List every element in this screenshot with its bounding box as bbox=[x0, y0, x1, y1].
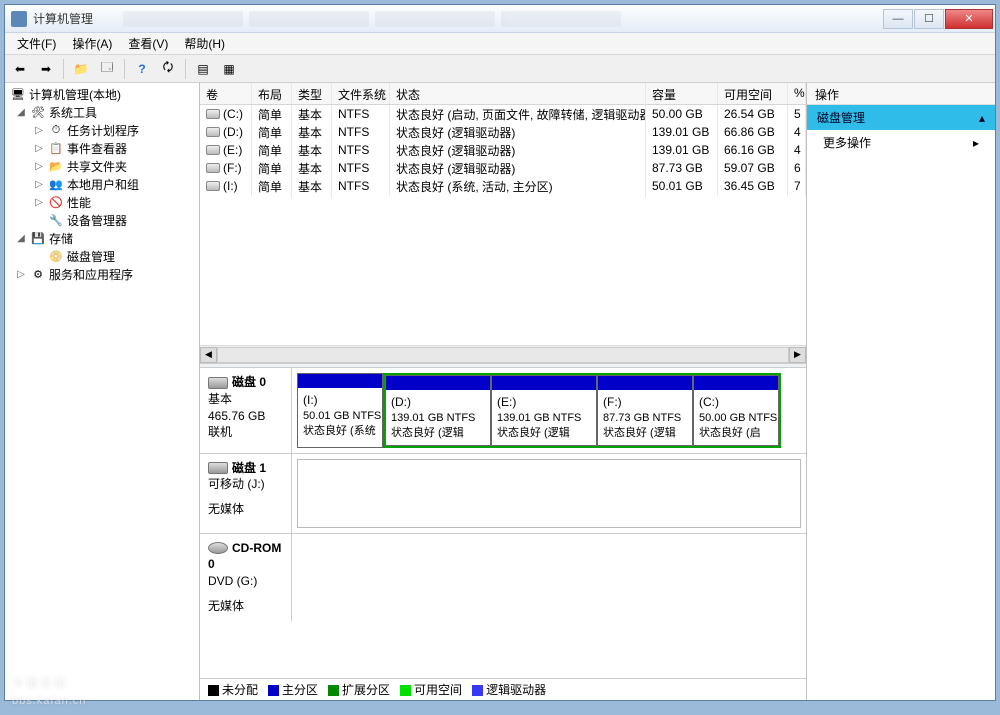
tree-performance[interactable]: ▷🚫性能 bbox=[5, 193, 199, 211]
computer-management-window: 计算机管理 — ☐ ✕ 文件(F) 操作(A) 查看(V) 帮助(H) ⬅ ➡ … bbox=[4, 4, 996, 701]
volume-list-header[interactable]: 卷 布局 类型 文件系统 状态 容量 可用空间 % bbox=[200, 83, 806, 105]
up-button[interactable]: 📁 bbox=[70, 58, 92, 80]
tree-disk-management[interactable]: 📀磁盘管理 bbox=[5, 247, 199, 265]
tree-storage[interactable]: ◢💾存储 bbox=[5, 229, 199, 247]
disk-0-info: 磁盘 0 基本 465.76 GB 联机 bbox=[200, 368, 292, 453]
toolbar: ⬅ ➡ 📁 🗔 ? 🗘 ▤ ▦ bbox=[5, 55, 995, 83]
drive-icon bbox=[206, 109, 220, 119]
col-capacity[interactable]: 容量 bbox=[646, 83, 718, 104]
window-title: 计算机管理 bbox=[33, 10, 93, 27]
legend: 未分配 主分区 扩展分区 可用空间 逻辑驱动器 bbox=[200, 678, 806, 700]
actions-more[interactable]: 更多操作▸ bbox=[807, 130, 995, 155]
disk-1-row[interactable]: 磁盘 1 可移动 (J:) 无媒体 bbox=[200, 454, 806, 534]
legend-unallocated: 未分配 bbox=[208, 681, 258, 698]
menu-action[interactable]: 操作(A) bbox=[64, 33, 120, 54]
disk-1-partitions bbox=[292, 454, 806, 533]
tree-event-viewer[interactable]: ▷📋事件查看器 bbox=[5, 139, 199, 157]
menu-view[interactable]: 查看(V) bbox=[120, 33, 176, 54]
titlebar[interactable]: 计算机管理 — ☐ ✕ bbox=[5, 5, 995, 33]
drive-icon bbox=[206, 145, 220, 155]
extended-partition: (D:)139.01 GB NTFS状态良好 (逻辑(E:)139.01 GB … bbox=[383, 373, 781, 448]
partition[interactable]: (E:)139.01 GB NTFS状态良好 (逻辑 bbox=[491, 375, 597, 446]
forward-button[interactable]: ➡ bbox=[35, 58, 57, 80]
nav-tree[interactable]: 🖥计算机管理(本地) ◢🛠系统工具 ▷⏱任务计划程序 ▷📋事件查看器 ▷📂共享文… bbox=[5, 83, 200, 700]
disk-icon bbox=[208, 377, 228, 389]
col-free[interactable]: 可用空间 bbox=[718, 83, 788, 104]
back-button[interactable]: ⬅ bbox=[9, 58, 31, 80]
col-layout[interactable]: 布局 bbox=[252, 83, 292, 104]
tree-task-scheduler[interactable]: ▷⏱任务计划程序 bbox=[5, 121, 199, 139]
drive-icon bbox=[206, 127, 220, 137]
close-button[interactable]: ✕ bbox=[945, 9, 993, 29]
partition[interactable]: (F:)87.73 GB NTFS状态良好 (逻辑 bbox=[597, 375, 693, 446]
tree-shared-folders[interactable]: ▷📂共享文件夹 bbox=[5, 157, 199, 175]
col-status[interactable]: 状态 bbox=[390, 83, 646, 104]
col-percent[interactable]: % bbox=[788, 83, 806, 104]
background-browser-tabs bbox=[123, 11, 882, 27]
col-filesystem[interactable]: 文件系统 bbox=[332, 83, 390, 104]
legend-free: 可用空间 bbox=[400, 681, 462, 698]
disk-0-row[interactable]: 磁盘 0 基本 465.76 GB 联机 (I:)50.01 GB NTFS状态… bbox=[200, 368, 806, 454]
disk-map: 磁盘 0 基本 465.76 GB 联机 (I:)50.01 GB NTFS状态… bbox=[200, 368, 806, 678]
disk-icon bbox=[208, 462, 228, 474]
properties-button[interactable]: 🗔 bbox=[96, 58, 118, 80]
h-scrollbar[interactable]: ◀▶ bbox=[200, 345, 806, 363]
partition[interactable]: (C:)50.00 GB NTFS状态良好 (启 bbox=[693, 375, 779, 446]
partition[interactable]: (I:)50.01 GB NTFS状态良好 (系统 bbox=[297, 373, 383, 448]
volume-list: 卷 布局 类型 文件系统 状态 容量 可用空间 % (C:)简单基本NTFS状态… bbox=[200, 83, 806, 363]
cdrom-partitions bbox=[292, 534, 806, 621]
legend-logical: 逻辑驱动器 bbox=[472, 681, 546, 698]
submenu-icon: ▸ bbox=[973, 136, 979, 150]
col-volume[interactable]: 卷 bbox=[200, 83, 252, 104]
legend-extended: 扩展分区 bbox=[328, 681, 390, 698]
collapse-icon: ▴ bbox=[979, 111, 985, 125]
drive-icon bbox=[206, 181, 220, 191]
view-bottom-button[interactable]: ▦ bbox=[218, 58, 240, 80]
legend-primary: 主分区 bbox=[268, 681, 318, 698]
menu-help[interactable]: 帮助(H) bbox=[176, 33, 233, 54]
help-button[interactable]: ? bbox=[131, 58, 153, 80]
tree-device-manager[interactable]: 🔧设备管理器 bbox=[5, 211, 199, 229]
col-type[interactable]: 类型 bbox=[292, 83, 332, 104]
partition[interactable]: (D:)139.01 GB NTFS状态良好 (逻辑 bbox=[385, 375, 491, 446]
tree-local-users[interactable]: ▷👥本地用户和组 bbox=[5, 175, 199, 193]
cdrom-info: CD-ROM 0 DVD (G:) 无媒体 bbox=[200, 534, 292, 621]
drive-icon bbox=[206, 163, 220, 173]
maximize-button[interactable]: ☐ bbox=[914, 9, 944, 29]
app-icon bbox=[11, 11, 27, 27]
actions-header: 操作 bbox=[807, 83, 995, 105]
refresh-button[interactable]: 🗘 bbox=[157, 58, 179, 80]
disk-1-info: 磁盘 1 可移动 (J:) 无媒体 bbox=[200, 454, 292, 533]
actions-pane: 操作 磁盘管理▴ 更多操作▸ bbox=[807, 83, 995, 700]
tree-root[interactable]: 🖥计算机管理(本地) bbox=[5, 85, 199, 103]
tree-system-tools[interactable]: ◢🛠系统工具 bbox=[5, 103, 199, 121]
tree-services-apps[interactable]: ▷⚙服务和应用程序 bbox=[5, 265, 199, 283]
volume-row[interactable]: (I:)简单基本NTFS状态良好 (系统, 活动, 主分区)50.01 GB36… bbox=[200, 177, 806, 195]
cdrom-icon bbox=[208, 542, 228, 554]
menu-file[interactable]: 文件(F) bbox=[9, 33, 64, 54]
volume-list-body[interactable]: (C:)简单基本NTFS状态良好 (启动, 页面文件, 故障转储, 逻辑驱动器)… bbox=[200, 105, 806, 345]
disk-0-partitions: (I:)50.01 GB NTFS状态良好 (系统(D:)139.01 GB N… bbox=[292, 368, 806, 453]
actions-section[interactable]: 磁盘管理▴ bbox=[807, 105, 995, 130]
menubar: 文件(F) 操作(A) 查看(V) 帮助(H) bbox=[5, 33, 995, 55]
cdrom-row[interactable]: CD-ROM 0 DVD (G:) 无媒体 bbox=[200, 534, 806, 621]
view-top-button[interactable]: ▤ bbox=[192, 58, 214, 80]
minimize-button[interactable]: — bbox=[883, 9, 913, 29]
